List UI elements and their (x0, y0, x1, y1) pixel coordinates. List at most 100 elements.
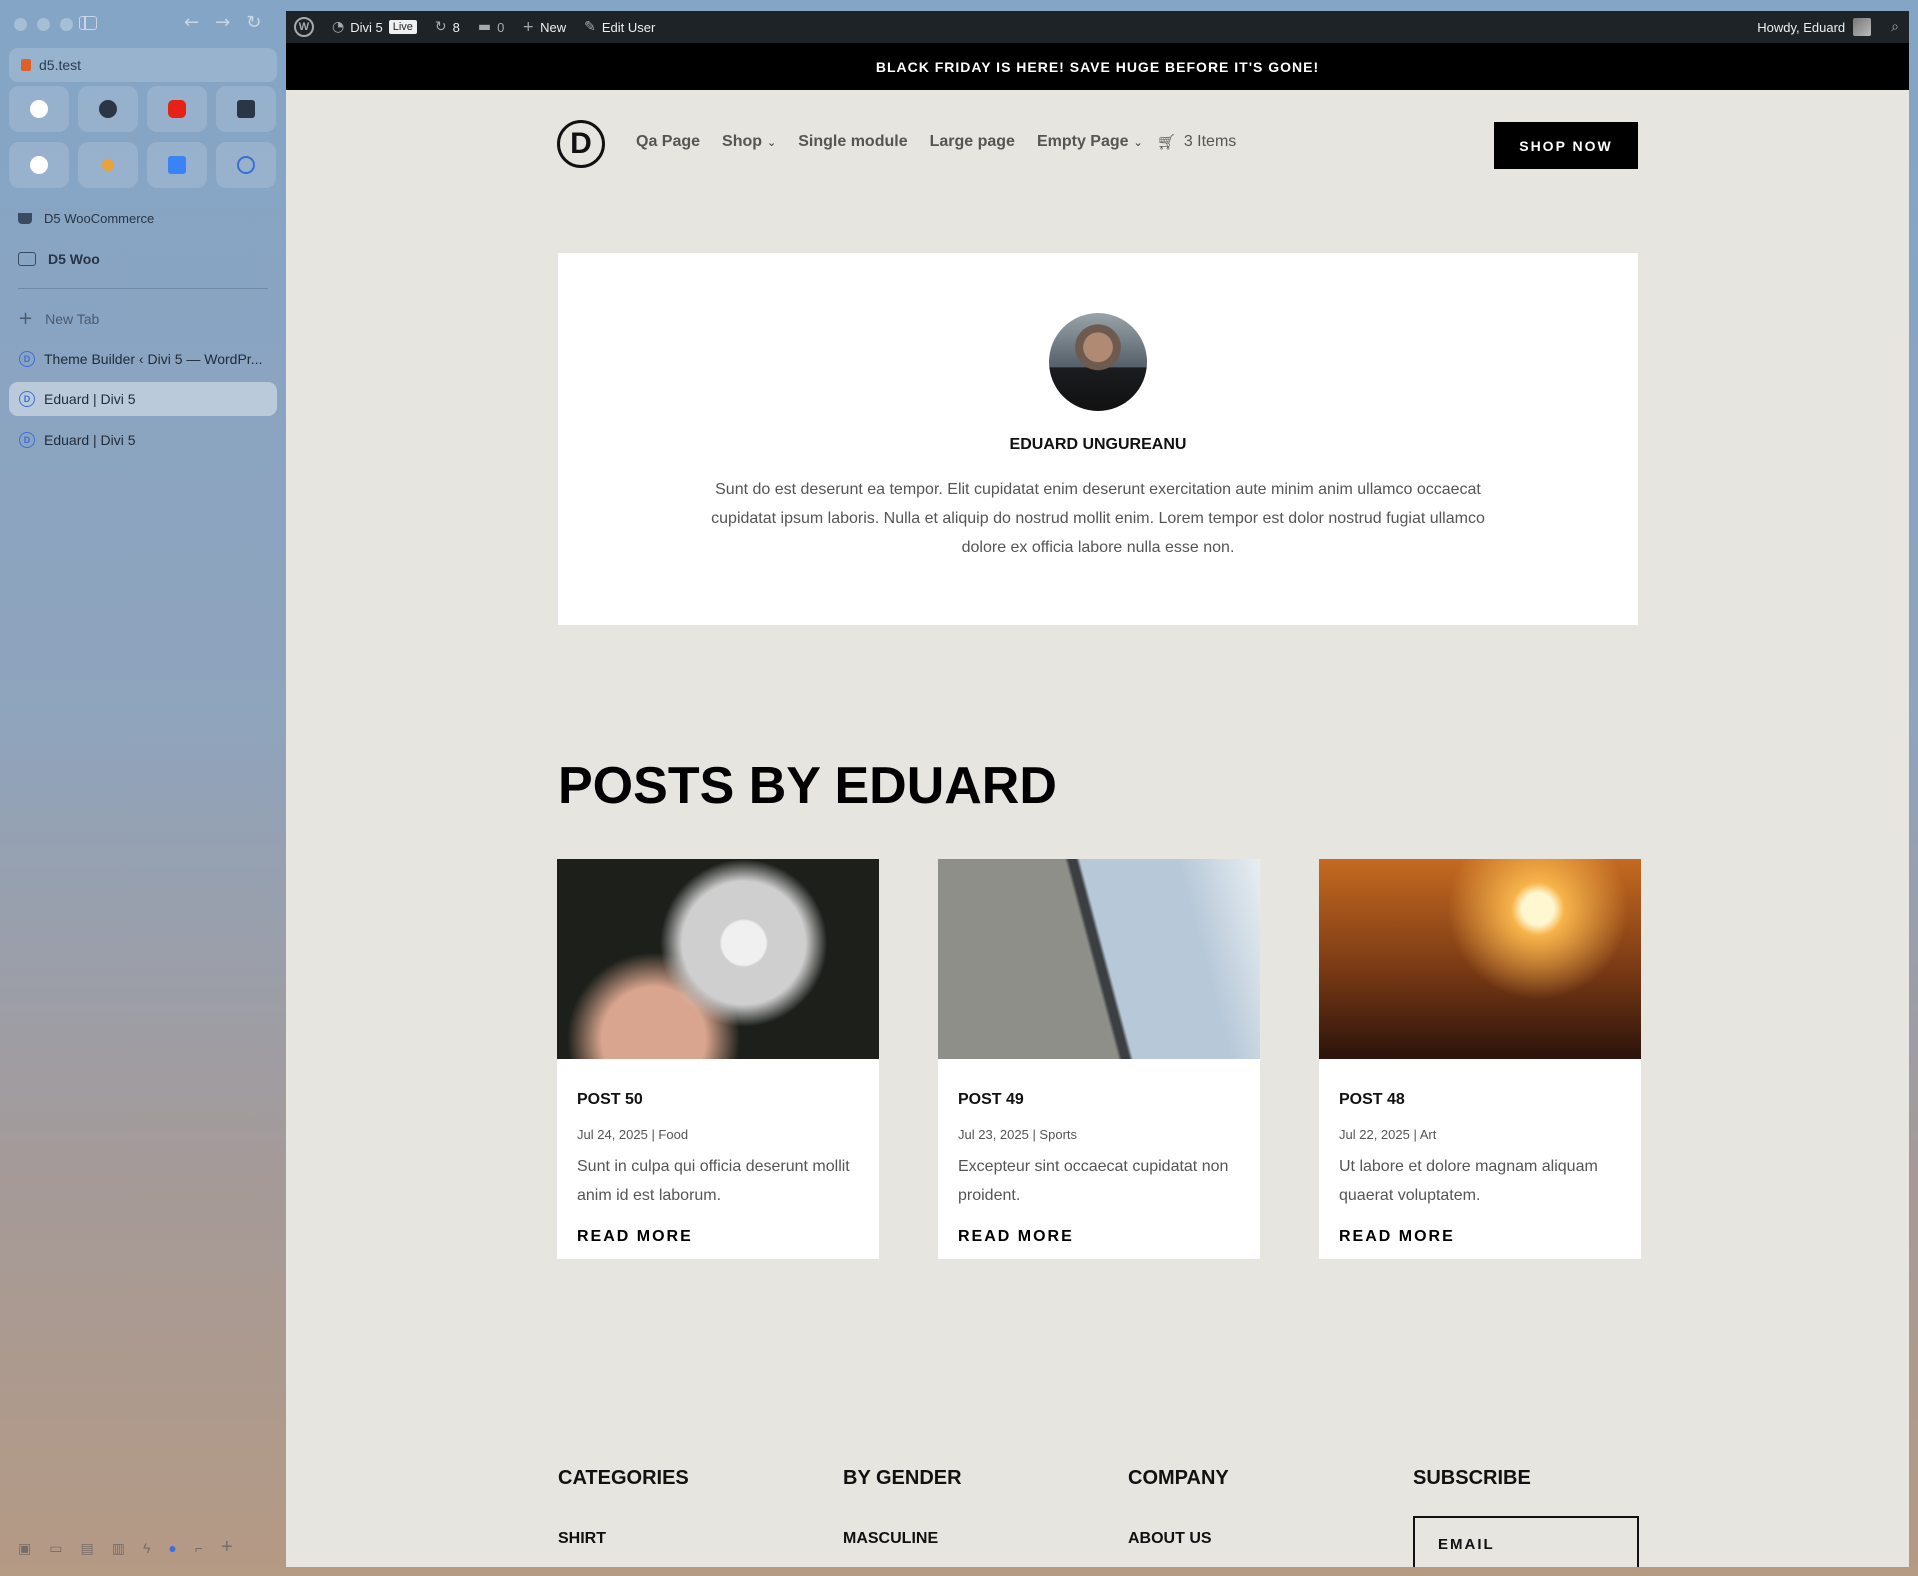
footer-company: COMPANY ABOUT US (1128, 1467, 1229, 1548)
menu-item-single-module[interactable]: Single module (798, 133, 907, 151)
sidebar-toggle-icon[interactable] (79, 16, 97, 30)
post-meta: Jul 24, 2025 | Food (577, 1127, 689, 1142)
post-card: POST 49 Jul 23, 2025 | Sports Excepteur … (938, 859, 1260, 1259)
pinned-tab[interactable] (147, 142, 207, 188)
footer-subscribe: SUBSCRIBE (1413, 1467, 1639, 1567)
post-title[interactable]: POST 48 (1339, 1091, 1405, 1109)
new-tab-button[interactable]: + New Tab (18, 308, 99, 329)
sidebar-bottom-toolbar: ▣ ▭ ▤ ▥ ϟ ● ⌐ + (18, 1536, 233, 1559)
footer-gender: BY GENDER MASCULINE (843, 1467, 962, 1548)
footer-categories: CATEGORIES SHIRT (558, 1467, 689, 1548)
youtube-icon (168, 100, 186, 118)
new-content-menu[interactable]: + New (522, 19, 566, 35)
author-name: EDUARD UNGUREANU (1009, 436, 1187, 453)
menu-item-large-page[interactable]: Large page (930, 133, 1015, 151)
pinned-tab[interactable] (9, 86, 69, 132)
post-title[interactable]: POST 50 (577, 1091, 643, 1109)
tab-eduard-active[interactable]: D Eduard | Divi 5 (9, 382, 277, 416)
folder-d5-woo[interactable]: D5 Woo (18, 251, 100, 267)
site-favicon-icon (21, 59, 31, 71)
comment-icon: ▬ (477, 19, 492, 35)
add-icon[interactable]: + (221, 1536, 233, 1559)
post-title[interactable]: POST 49 (958, 1091, 1024, 1109)
back-arrow-icon[interactable]: ← (184, 12, 199, 33)
divi-icon: D (19, 391, 35, 407)
pinned-tab[interactable] (78, 142, 138, 188)
updates-icon: ↻ (434, 19, 447, 35)
user-avatar[interactable] (1853, 18, 1872, 36)
shop-now-button[interactable]: SHOP NOW (1494, 122, 1638, 169)
read-more-link[interactable]: READ MORE (958, 1228, 1074, 1246)
zoom-window-button[interactable] (60, 18, 73, 31)
wp-admin-bar: W ◔ Divi 5 Live ↻ 8 ▬ 0 + New ✎ Edit Use… (286, 11, 1909, 43)
drive-icon (168, 156, 186, 174)
new-label: New (540, 19, 567, 35)
post-excerpt: Ut labore et dolore magnam aliquam quaer… (1339, 1158, 1598, 1204)
bolt-icon[interactable]: ϟ (143, 1540, 150, 1559)
menu-item-shop[interactable]: Shop ⌄ (722, 133, 776, 151)
footer-link-shirt[interactable]: SHIRT (558, 1530, 689, 1548)
address-bar[interactable]: d5.test (9, 48, 277, 82)
posts-grid: POST 50 Jul 24, 2025 | Food Sunt in culp… (557, 859, 1641, 1259)
wp-logo-menu[interactable]: W (294, 17, 314, 37)
read-more-link[interactable]: READ MORE (1339, 1228, 1455, 1246)
pinned-tab[interactable] (78, 86, 138, 132)
pinned-tab[interactable] (216, 86, 276, 132)
tab-label: Eduard | Divi 5 (44, 391, 136, 407)
reload-icon[interactable]: ↻ (246, 12, 261, 33)
edit-user-link[interactable]: ✎ Edit User (584, 19, 655, 35)
site-name-menu[interactable]: ◔ Divi 5 Live (332, 19, 417, 35)
tab-label: Theme Builder ‹ Divi 5 — WordPr... (44, 351, 263, 367)
updates-menu[interactable]: ↻ 8 (435, 19, 460, 35)
people-icon (99, 100, 117, 118)
browser-viewport: W ◔ Divi 5 Live ↻ 8 ▬ 0 + New ✎ Edit Use… (286, 11, 1909, 1567)
cart-link[interactable]: 🛒︎ 3 Items (1157, 133, 1237, 151)
comments-menu[interactable]: ▬ 0 (478, 19, 504, 35)
site-logo[interactable]: D (557, 120, 605, 168)
footer-link-about-us[interactable]: ABOUT US (1128, 1530, 1229, 1548)
new-tab-label: New Tab (45, 310, 100, 327)
archive-icon[interactable]: ▣ (18, 1540, 31, 1559)
post-thumbnail[interactable] (1319, 859, 1641, 1059)
space-header[interactable]: D5 WooCommerce (18, 211, 154, 226)
stairs-icon[interactable]: ⌐ (195, 1540, 203, 1559)
site-header: D Qa Page Shop ⌄ Single module Large page… (286, 90, 1909, 200)
read-more-link[interactable]: READ MORE (577, 1228, 693, 1246)
post-thumbnail[interactable] (557, 859, 879, 1059)
doc-icon[interactable]: ▥ (112, 1540, 125, 1559)
tab-theme-builder[interactable]: D Theme Builder ‹ Divi 5 — WordPr... (9, 342, 277, 376)
minimize-window-button[interactable] (37, 18, 50, 31)
promo-banner: BLACK FRIDAY IS HERE! SAVE HUGE BEFORE I… (286, 43, 1909, 90)
mail-icon[interactable]: ▤ (80, 1540, 93, 1559)
note-icon[interactable]: ▭ (49, 1540, 62, 1559)
posts-heading: POSTS BY EDUARD (558, 757, 1057, 815)
pinned-tabs (9, 86, 279, 188)
dashboard-icon: ◔ (332, 19, 345, 35)
pinned-tab[interactable] (147, 86, 207, 132)
updates-count: 8 (452, 19, 460, 35)
basket-icon (18, 213, 32, 224)
menu-item-empty-page[interactable]: Empty Page ⌄ (1037, 133, 1143, 151)
forward-arrow-icon[interactable]: → (215, 12, 230, 33)
basket-icon[interactable]: ● (168, 1540, 176, 1559)
edit-label: Edit User (601, 19, 656, 35)
pinned-tab[interactable] (9, 142, 69, 188)
post-meta: Jul 23, 2025 | Sports (958, 1127, 1078, 1142)
close-window-button[interactable] (14, 18, 27, 31)
menu-item-qa-page[interactable]: Qa Page (636, 133, 700, 151)
chevron-down-icon: ⌄ (767, 136, 777, 149)
comments-count: 0 (497, 19, 505, 35)
folder-icon (18, 252, 36, 266)
footer-link-masculine[interactable]: MASCULINE (843, 1530, 962, 1548)
wordpress-icon: W (294, 17, 314, 37)
tab-label: Eduard | Divi 5 (44, 432, 136, 448)
pinned-tab[interactable] (216, 142, 276, 188)
main-menu: Qa Page Shop ⌄ Single module Large page E… (636, 133, 1236, 151)
divi-icon: D (19, 432, 35, 448)
search-icon[interactable]: ⌕ (1891, 19, 1899, 35)
author-card: EDUARD UNGUREANU Sunt do est deserunt ea… (558, 253, 1638, 625)
email-field[interactable] (1413, 1516, 1639, 1567)
tab-eduard[interactable]: D Eduard | Divi 5 (9, 423, 277, 457)
account-greeting[interactable]: Howdy, Eduard (1757, 20, 1845, 35)
post-thumbnail[interactable] (938, 859, 1260, 1059)
